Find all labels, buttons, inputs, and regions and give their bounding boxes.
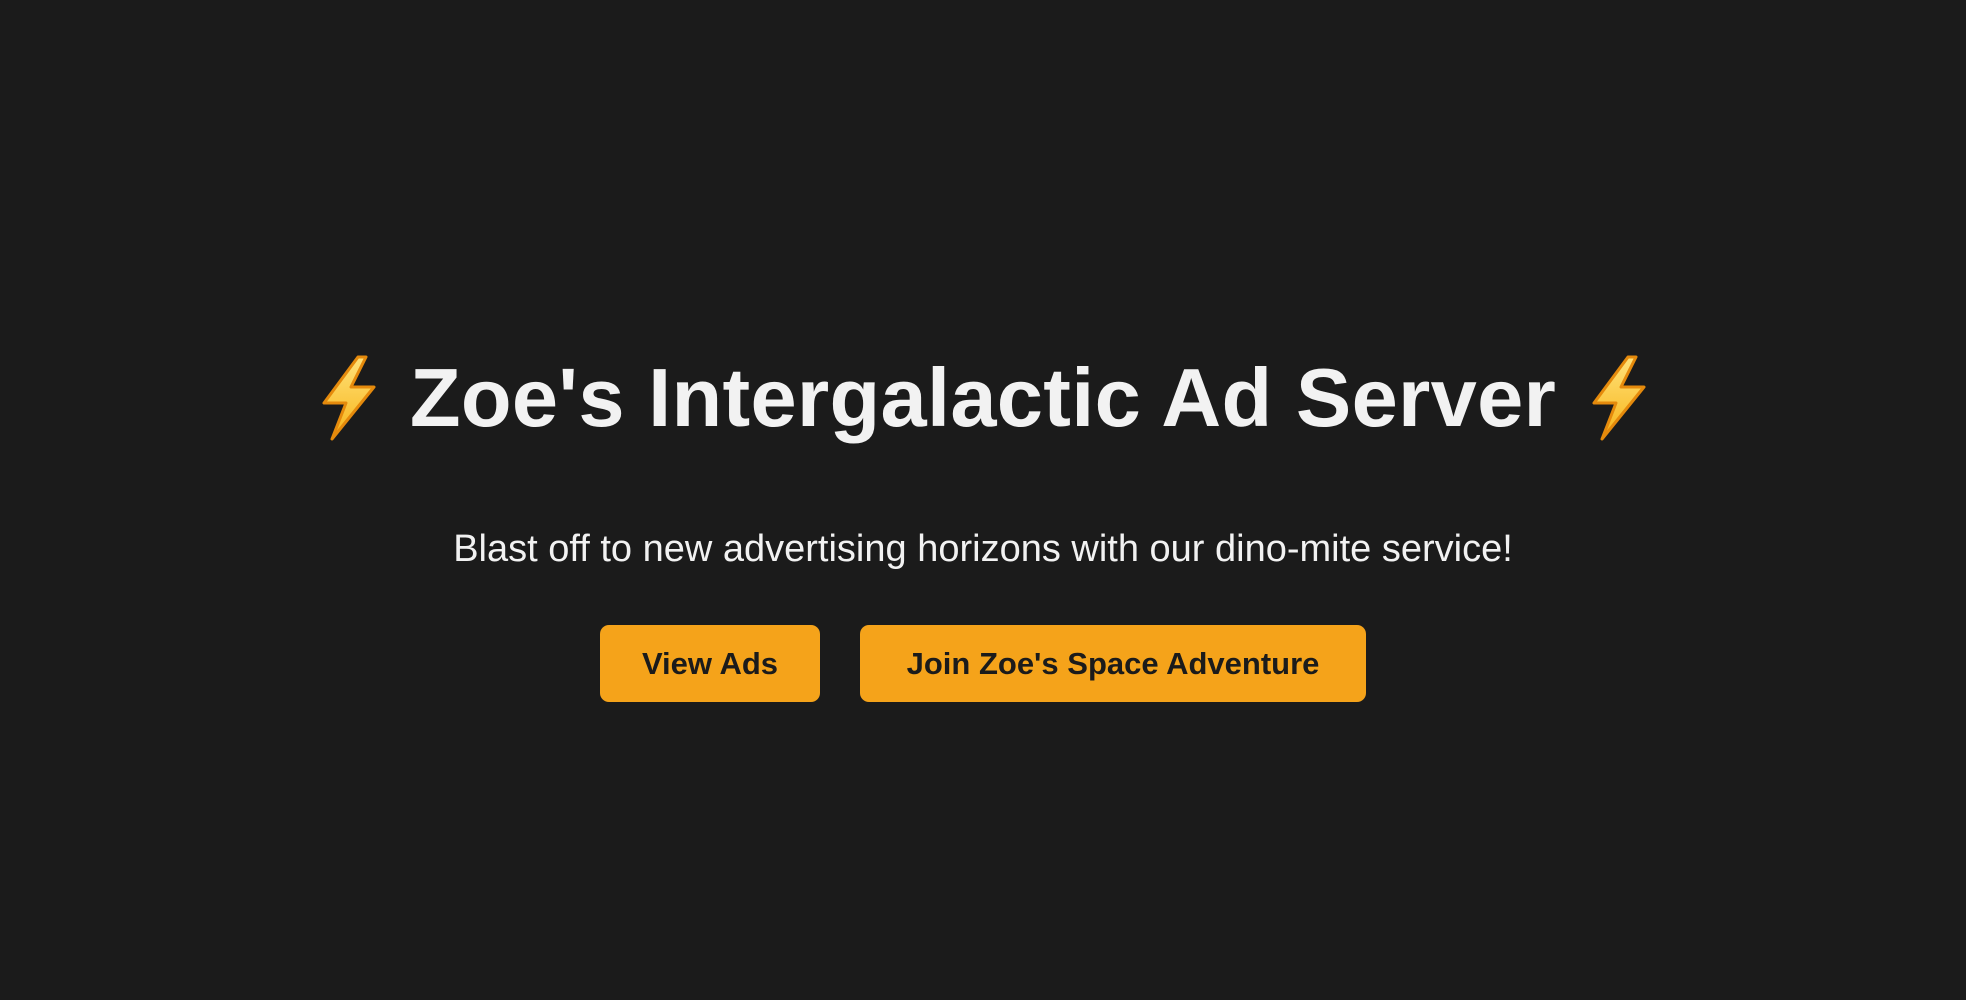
page-title: Zoe's Intergalactic Ad Server (314, 348, 1652, 448)
title-text: Zoe's Intergalactic Ad Server (409, 351, 1557, 444)
hero-section: Zoe's Intergalactic Ad Server Blast off … (0, 0, 1966, 1000)
lightning-bolt-icon (314, 355, 382, 441)
join-adventure-button[interactable]: Join Zoe's Space Adventure (860, 625, 1366, 702)
hero-subtitle: Blast off to new advertising horizons wi… (453, 528, 1513, 570)
hero-actions: View Ads Join Zoe's Space Adventure (600, 625, 1366, 702)
lightning-bolt-icon (1584, 355, 1652, 441)
page: Zoe's Intergalactic Ad Server Blast off … (0, 0, 1966, 1000)
view-ads-button[interactable]: View Ads (600, 625, 820, 702)
